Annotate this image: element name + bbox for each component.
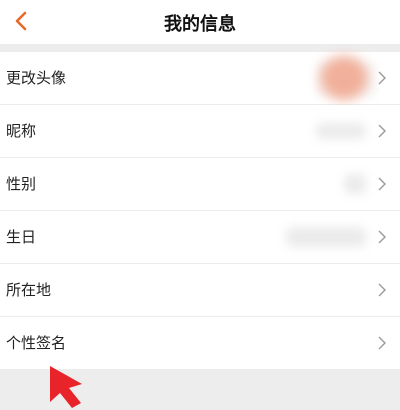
row-location[interactable]: 所在地	[0, 264, 400, 317]
row-label: 所在地	[6, 281, 52, 299]
row-label: 昵称	[6, 122, 37, 140]
blurred-value	[344, 174, 366, 194]
chevron-right-icon	[378, 230, 386, 244]
row-nickname[interactable]: 昵称	[0, 105, 400, 158]
info-list: 更改头像 昵称 性别 生日 所在地 个性签名	[0, 52, 400, 370]
chevron-right-icon	[378, 336, 386, 350]
row-label: 更改头像	[6, 69, 67, 87]
chevron-right-icon	[378, 71, 386, 85]
row-birthday[interactable]: 生日	[0, 211, 400, 264]
row-change-avatar[interactable]: 更改头像	[0, 52, 400, 105]
row-label: 性别	[6, 175, 37, 193]
header-bar: 我的信息	[0, 0, 400, 44]
avatar	[320, 56, 368, 100]
blurred-value	[286, 227, 366, 247]
chevron-right-icon	[378, 177, 386, 191]
row-gender[interactable]: 性别	[0, 158, 400, 211]
row-label: 生日	[6, 228, 37, 246]
arrow-pointer-icon	[50, 366, 82, 408]
page-title: 我的信息	[164, 14, 236, 35]
chevron-right-icon	[378, 124, 386, 138]
chevron-right-icon	[378, 283, 386, 297]
row-label: 个性签名	[6, 334, 67, 352]
blurred-value	[316, 123, 366, 139]
